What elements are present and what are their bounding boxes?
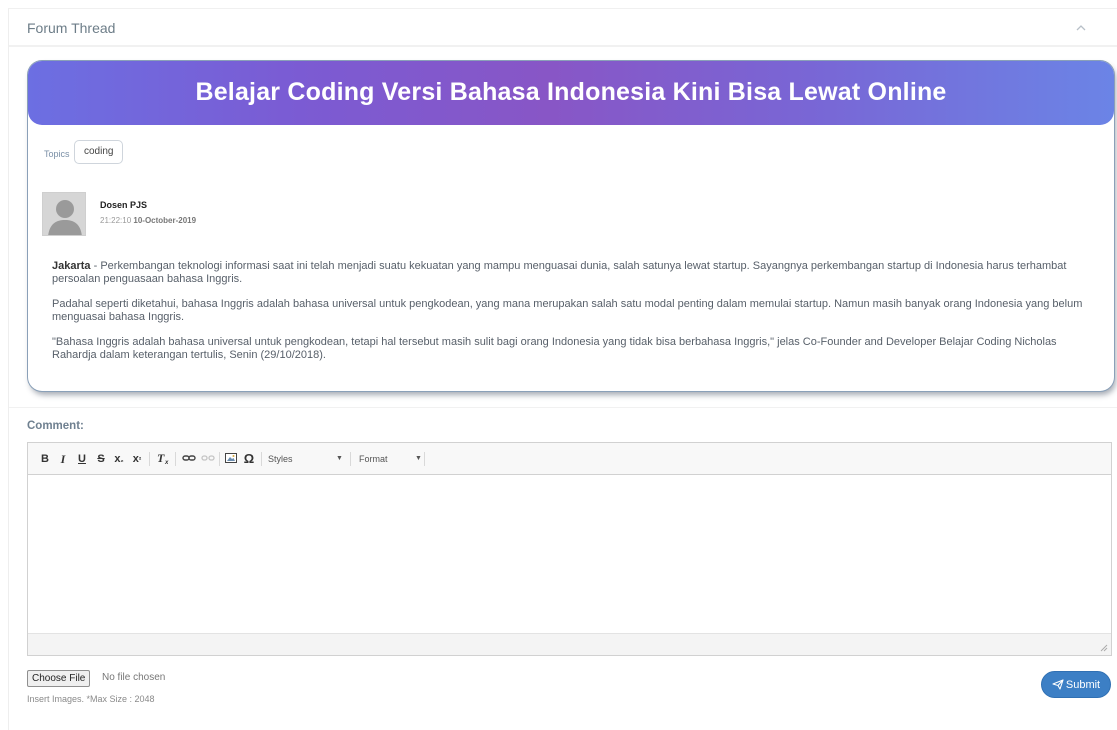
thread-banner: Belajar Coding Versi Bahasa Indonesia Ki… <box>28 61 1114 125</box>
chevron-down-icon: ▼ <box>415 455 422 462</box>
post-paragraph-3: "Bahasa Inggris adalah bahasa universal … <box>52 336 1057 361</box>
paragraph-1-text: - Perkembangan teknologi informasi saat … <box>52 260 1067 285</box>
choose-file-button[interactable]: Choose File <box>27 670 91 687</box>
post-paragraph-1: Jakarta - Perkembangan teknologi informa… <box>52 260 1092 285</box>
comment-label: Comment: <box>27 420 84 432</box>
styles-label: Styles <box>268 454 293 464</box>
thread-card: Belajar Coding Versi Bahasa Indonesia Ki… <box>28 61 1114 391</box>
toolbar-separator <box>261 452 262 466</box>
forum-thread-panel: Forum Thread Belajar Coding Versi Bahasa… <box>8 8 1117 730</box>
chevron-down-icon: ▼ <box>336 455 343 462</box>
toolbar-separator <box>175 452 176 466</box>
editor-toolbar: B I U S x₂ x² Tx Ω Styles ▼ Format ▼ <box>28 443 1111 475</box>
comment-editor: B I U S x₂ x² Tx Ω Styles ▼ Format ▼ <box>27 442 1112 656</box>
file-status: No file chosen <box>102 672 166 683</box>
comment-input[interactable] <box>28 476 1111 632</box>
subscript-icon[interactable]: x₂ <box>112 451 126 467</box>
post-date: 10-October-2019 <box>133 216 197 225</box>
thread-title: Belajar Coding Versi Bahasa Indonesia Ki… <box>195 78 947 106</box>
italic-icon[interactable]: I <box>57 451 69 467</box>
toolbar-separator <box>149 452 150 466</box>
chevron-up-icon[interactable] <box>1074 21 1088 35</box>
file-hint: Insert Images. *Max Size : 2048 <box>27 694 155 704</box>
special-char-icon[interactable]: Ω <box>242 451 256 467</box>
format-dropdown[interactable]: Format ▼ <box>359 451 439 467</box>
bold-icon[interactable]: B <box>39 451 51 467</box>
topics-label: Topics <box>44 149 70 159</box>
link-icon[interactable] <box>182 451 196 467</box>
dateline-city: Jakarta <box>52 260 91 272</box>
svg-text:T: T <box>157 451 165 465</box>
send-icon <box>1052 679 1064 690</box>
underline-icon[interactable]: U <box>76 451 88 467</box>
submit-label: Submit <box>1065 679 1101 691</box>
toolbar-separator <box>350 452 351 466</box>
post-time: 21:22:10 <box>100 216 132 225</box>
editor-status-bar <box>28 633 1111 655</box>
post-paragraph-2: Padahal seperti diketahui, bahasa Inggri… <box>52 298 1083 323</box>
remove-format-icon[interactable]: Tx <box>155 451 171 467</box>
strikethrough-icon[interactable]: S <box>95 451 107 467</box>
toolbar-separator <box>219 452 220 466</box>
resize-handle-icon[interactable] <box>1100 644 1108 652</box>
section-divider <box>9 407 1117 408</box>
topic-tag-coding[interactable]: coding <box>74 140 124 164</box>
author-name: Dosen PJS <box>100 200 148 210</box>
image-icon[interactable] <box>224 451 238 467</box>
unlink-icon[interactable] <box>201 451 215 467</box>
styles-dropdown[interactable]: Styles ▼ <box>268 451 358 467</box>
panel-title: Forum Thread <box>27 20 116 36</box>
submit-button[interactable]: Submit <box>1041 671 1111 698</box>
post-timestamp: 21:22:10 10-October-2019 <box>100 216 196 225</box>
format-label: Format <box>359 454 388 464</box>
superscript-icon[interactable]: x² <box>130 451 144 467</box>
user-avatar-icon <box>42 192 86 236</box>
panel-header: Forum Thread <box>9 9 1117 47</box>
post-body: Jakarta - Perkembangan teknologi informa… <box>52 260 1092 374</box>
toolbar-separator <box>424 452 425 466</box>
svg-text:x: x <box>164 460 169 465</box>
